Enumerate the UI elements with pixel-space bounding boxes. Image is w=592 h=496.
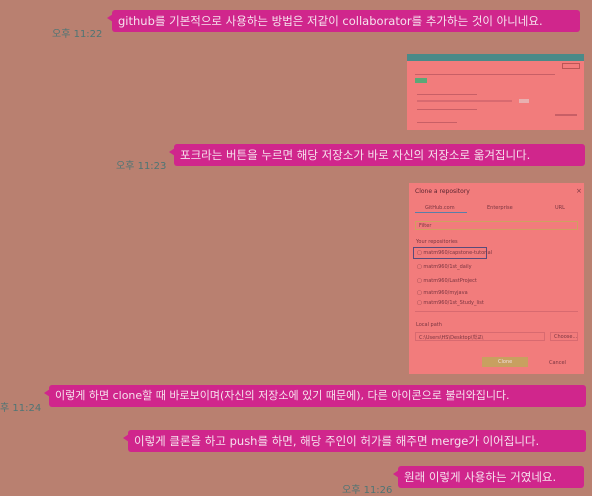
fork-button[interactable] xyxy=(562,63,580,69)
code-button[interactable] xyxy=(415,78,427,83)
dialog-title: Clone a repository xyxy=(415,188,470,195)
chat-message: 이렇게 클론을 하고 push를 하면, 해당 주인이 허가를 해주면 merg… xyxy=(128,430,586,452)
divider xyxy=(415,311,578,312)
cancel-button[interactable]: Cancel xyxy=(549,360,566,366)
local-path-label: Local path xyxy=(416,322,442,328)
clone-button[interactable]: Clone xyxy=(482,357,528,367)
repo-nav-tabs xyxy=(415,74,555,75)
timestamp: 오후 11:22 xyxy=(52,29,103,40)
choose-button[interactable]: Choose... xyxy=(550,332,578,341)
timestamp: 오후 11:26 xyxy=(342,485,393,496)
chat-message: 원래 이렇게 사용하는 거였네요. xyxy=(398,466,584,488)
clone-label: Clone xyxy=(498,359,513,365)
close-icon[interactable]: × xyxy=(576,187,582,195)
repo-file-row xyxy=(417,122,457,123)
repo-file-row xyxy=(417,109,477,110)
chat-message: 이렇게 하면 clone할 때 바로보이며(자신의 저장소에 있기 때문에), … xyxy=(49,385,586,407)
filter-text: Filter xyxy=(419,223,432,229)
repo-item[interactable]: ▢ matm960/1st_daily xyxy=(417,264,472,270)
repo-name: matm960/1st_Study_list xyxy=(423,300,484,306)
timestamp: 후 11:24 xyxy=(0,403,42,414)
local-path-value: C:\Users\HS\Desktop\학교\ xyxy=(419,335,484,341)
choose-label: Choose... xyxy=(554,334,578,340)
tab-enterprise[interactable]: Enterprise xyxy=(487,205,513,211)
repo-item[interactable]: ▢ matm960/capstone-tutorial xyxy=(417,250,492,256)
repo-item[interactable]: ▢ matm960/LastProject xyxy=(417,278,477,284)
repo-sidebar-item xyxy=(555,114,577,116)
github-header-bar xyxy=(407,54,584,61)
repo-item[interactable]: ▢ matm960/1st_Study_list xyxy=(417,300,484,306)
tab-github[interactable]: GitHub.com xyxy=(425,205,455,211)
chat-message: 포크라는 버튼을 누르면 해당 저장소가 바로 자신의 저장소로 옮겨집니다. xyxy=(174,144,585,166)
tab-url[interactable]: URL xyxy=(555,205,565,211)
section-label: Your repositories xyxy=(416,239,458,245)
github-repo-screenshot xyxy=(407,54,584,130)
repo-file-row xyxy=(417,100,512,102)
clone-dialog: Clone a repository × GitHub.com Enterpri… xyxy=(409,183,584,374)
repo-description-line xyxy=(417,94,477,95)
filter-input[interactable]: Filter xyxy=(415,221,578,230)
timestamp: 오후 11:23 xyxy=(116,161,167,172)
repo-highlight xyxy=(519,99,529,103)
repo-name: matm960/LastProject xyxy=(423,278,477,284)
repo-item[interactable]: ▢ matm960/myjava xyxy=(417,290,468,296)
repo-name: matm960/capstone-tutorial xyxy=(423,250,493,256)
repo-name: matm960/1st_daily xyxy=(423,264,472,270)
tab-github-underline xyxy=(415,212,467,213)
repo-name: matm960/myjava xyxy=(423,290,468,296)
local-path-input[interactable]: C:\Users\HS\Desktop\학교\ xyxy=(415,332,545,341)
chat-message: github를 기본적으로 사용하는 방법은 저같이 collaborator를… xyxy=(112,10,580,32)
